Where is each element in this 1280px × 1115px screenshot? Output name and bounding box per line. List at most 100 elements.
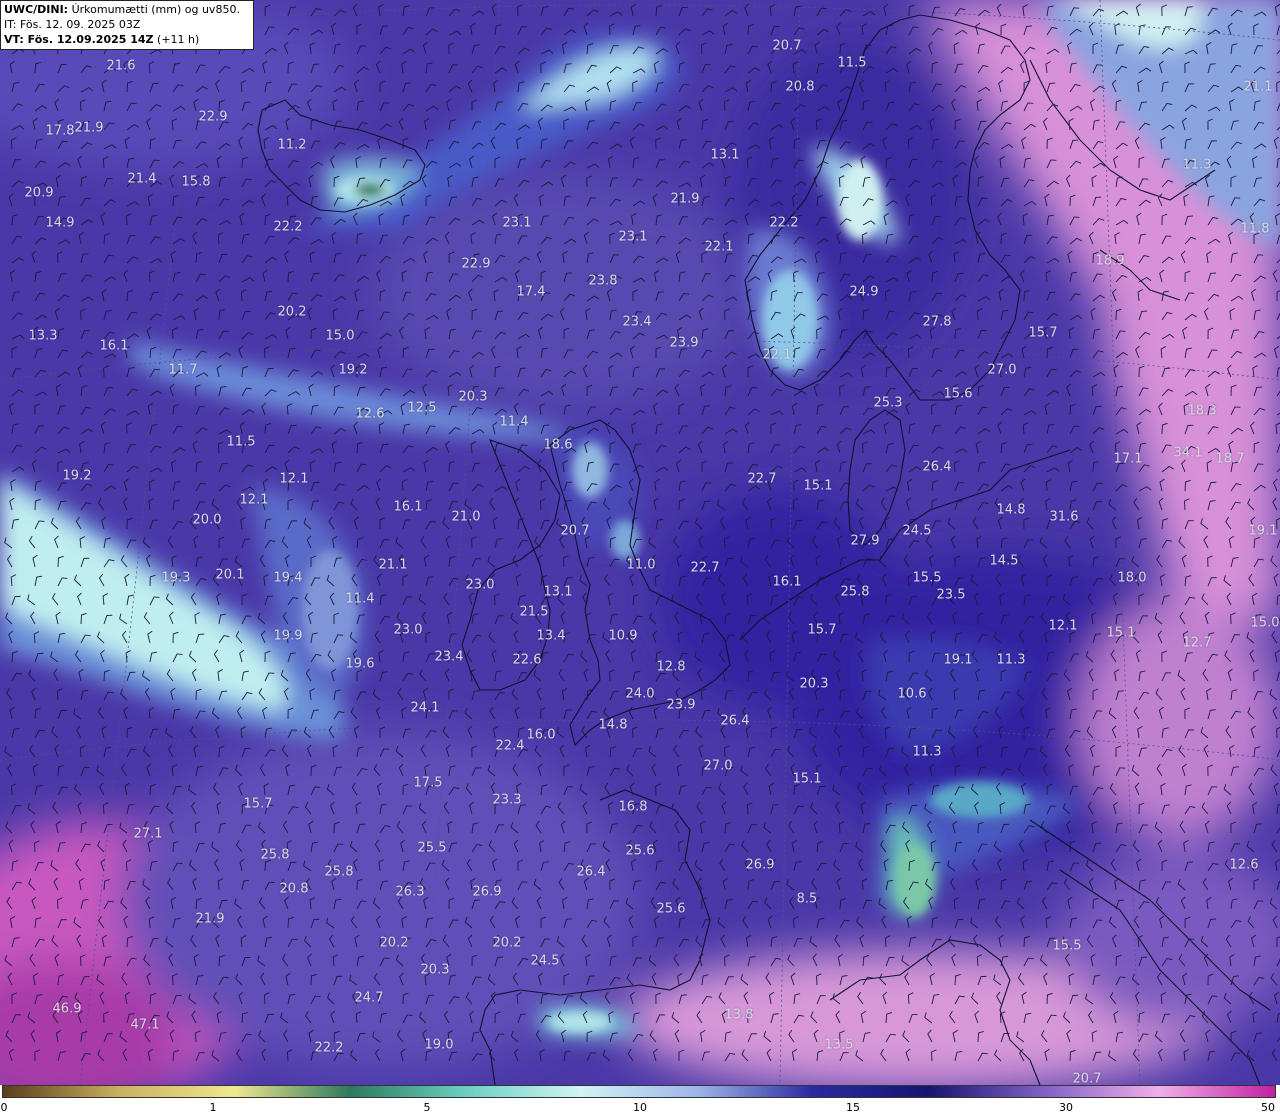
pw-value-label: 11.3 (1182, 157, 1212, 173)
pw-value-label: 22.1 (704, 239, 734, 255)
pw-value-label: 21.4 (127, 171, 157, 187)
pw-value-label: 19.1 (943, 652, 973, 668)
pw-value-label: 24.0 (625, 686, 655, 702)
pw-value-label: 22.2 (769, 215, 799, 231)
pw-value-label: 46.9 (52, 1001, 82, 1017)
pw-value-label: 21.9 (670, 191, 700, 207)
pw-value-label: 24.7 (354, 990, 384, 1006)
pw-value-label: 17.1 (1113, 451, 1143, 467)
pw-value-label: 17.4 (516, 284, 546, 300)
pw-value-label: 22.2 (314, 1040, 344, 1056)
pw-value-label: 13.4 (536, 628, 566, 644)
pw-value-label: 24.5 (902, 523, 932, 539)
pw-value-label: 15.6 (943, 386, 973, 402)
pw-value-label: 18.7 (1215, 451, 1245, 467)
pw-value-label: 20.7 (1072, 1071, 1102, 1086)
pw-value-label: 19.6 (345, 656, 375, 672)
pw-value-label: 26.9 (472, 884, 502, 900)
pw-value-label: 19.4 (273, 570, 303, 586)
color-scale-bar: 0 1 5 10 15 30 50 (0, 1085, 1280, 1115)
map-info-box: UWC/DINI: Úrkomumætti (mm) og uv850. IT:… (0, 0, 254, 50)
pw-value-label: 19.2 (338, 362, 368, 378)
scale-tick: 10 (633, 1101, 647, 1114)
pw-value-label: 16.1 (393, 499, 423, 515)
pw-value-label: 17.5 (413, 775, 443, 791)
pw-value-label: 13.1 (543, 584, 573, 600)
pw-value-label: 15.7 (807, 622, 837, 638)
pw-value-label: 11.7 (168, 362, 198, 378)
pw-value-label: 8.5 (796, 891, 818, 907)
pw-value-label: 14.9 (45, 215, 75, 231)
pw-value-label: 47.1 (130, 1017, 160, 1033)
product-name: Úrkomumætti (mm) og uv850. (71, 3, 240, 16)
pw-value-label: 15.7 (1028, 325, 1058, 341)
pw-value-label: 11.8 (1240, 221, 1270, 237)
pw-value-label: 11.3 (996, 652, 1026, 668)
pw-value-label: 12.1 (279, 471, 309, 487)
pw-value-label: 24.9 (849, 284, 879, 300)
pw-value-label: 12.6 (1229, 857, 1259, 873)
pw-value-label: 21.0 (451, 509, 481, 525)
pw-value-label: 23.4 (622, 314, 652, 330)
pw-value-label: 14.8 (996, 502, 1026, 518)
pw-value-label: 13.1 (710, 147, 740, 163)
pw-value-label: 15.7 (243, 796, 273, 812)
pw-value-label: 22.2 (273, 219, 303, 235)
pw-value-label: 13.8 (724, 1007, 754, 1023)
pw-value-label: 11.2 (277, 137, 307, 153)
pw-value-label: 25.8 (324, 864, 354, 880)
pw-value-label: 17.8 (45, 123, 75, 139)
pw-value-label: 18.9 (1095, 253, 1125, 269)
pw-value-label: 25.8 (260, 847, 290, 863)
pw-value-label: 15.0 (1250, 615, 1280, 631)
pw-value-label: 15.5 (912, 570, 942, 586)
pw-value-label: 15.1 (803, 478, 833, 494)
pw-value-label: 22.7 (690, 560, 720, 576)
pw-value-label: 20.2 (379, 935, 409, 951)
pw-value-label: 19.3 (161, 570, 191, 586)
pw-value-label: 14.8 (598, 717, 628, 733)
pw-value-label: 21.9 (74, 120, 104, 136)
pw-value-label: 27.0 (987, 362, 1017, 378)
scale-tick: 15 (846, 1101, 860, 1114)
pw-value-label: 11.0 (626, 557, 656, 573)
model-name: UWC/DINI: (4, 3, 69, 16)
pw-value-label: 13.5 (824, 1037, 854, 1053)
pw-value-label: 26.3 (395, 884, 425, 900)
pw-value-label: 20.8 (785, 79, 815, 95)
pw-value-label: 20.7 (560, 523, 590, 539)
pw-value-label: 26.4 (922, 459, 952, 475)
pw-value-label: 20.2 (492, 935, 522, 951)
pw-value-label: 26.9 (745, 857, 775, 873)
valid-time: VT: Fös. 12.09.2025 14Z (4, 33, 154, 46)
pw-value-label: 26.4 (576, 864, 606, 880)
weather-map: 21.6 17.8 21.9 22.9 11.2 20.7 11.5 20.8 21.1 20.9… (0, 0, 1280, 1085)
pw-value-label: 20.8 (279, 881, 309, 897)
pw-value-label: 16.1 (99, 338, 129, 354)
pw-value-label: 20.1 (215, 567, 245, 583)
pw-value-label: 20.3 (799, 676, 829, 692)
pw-value-label: 27.1 (133, 826, 163, 842)
pw-value-label: 22.9 (198, 109, 228, 125)
pw-value-label: 25.5 (417, 840, 447, 856)
pw-value-label: 25.6 (625, 843, 655, 859)
pw-value-label: 15.1 (792, 771, 822, 787)
scale-tick: 1 (209, 1101, 217, 1114)
pw-value-label: 18.3 (1187, 403, 1217, 419)
pw-value-label: 19.2 (62, 468, 92, 484)
scale-tick: 50 (1261, 1101, 1275, 1114)
precipitable-water-field (0, 0, 1280, 1085)
pw-value-label: 11.5 (226, 434, 256, 450)
pw-value-label: 21.6 (106, 58, 136, 74)
pw-value-label: 21.9 (195, 911, 225, 927)
pw-value-label: 23.9 (666, 697, 696, 713)
pw-value-label: 23.9 (669, 335, 699, 351)
pw-value-label: 15.0 (325, 328, 355, 344)
pw-value-label: 25.6 (656, 901, 686, 917)
pw-value-label: 20.3 (458, 389, 488, 405)
pw-value-label: 16.8 (618, 799, 648, 815)
pw-value-label: 34.1 (1173, 445, 1203, 461)
pw-value-label: 23.0 (465, 577, 495, 593)
pw-value-label: 21.1 (378, 557, 408, 573)
pw-value-label: 21.5 (519, 604, 549, 620)
